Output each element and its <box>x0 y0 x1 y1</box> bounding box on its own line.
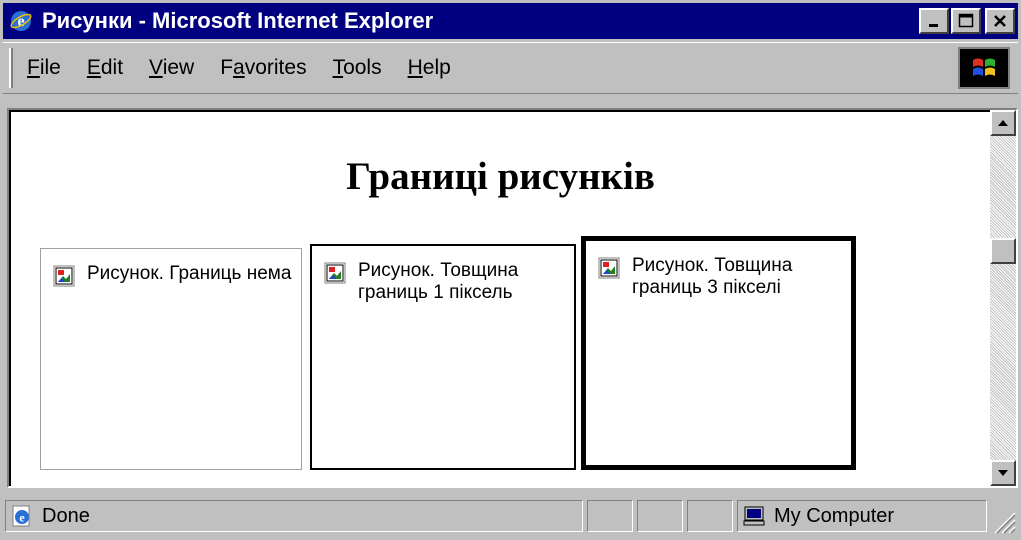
status-pane-offline <box>687 500 733 532</box>
menu-tools[interactable]: Tools <box>333 56 382 80</box>
status-pane-lock <box>637 500 683 532</box>
content-viewport: Границі рисунків Рисунок. Границь нема Р… <box>7 108 1018 488</box>
windows-logo-icon <box>973 58 995 76</box>
minimize-button[interactable] <box>919 8 949 34</box>
toolbar-grip[interactable] <box>9 48 13 88</box>
svg-text:e: e <box>19 511 25 525</box>
computer-icon <box>743 506 765 526</box>
menu-favorites[interactable]: Favorites <box>220 56 306 80</box>
menu-view[interactable]: View <box>149 56 194 80</box>
maximize-icon <box>958 13 974 28</box>
window-title: Рисунки - Microsoft Internet Explorer <box>42 8 434 33</box>
status-text-pane: e Done <box>5 500 583 532</box>
image-border-1px: Рисунок. Товщина границь 1 піксель <box>310 244 576 470</box>
page-heading: Границі рисунків <box>346 155 655 198</box>
throbber <box>958 47 1010 89</box>
arrow-down-icon <box>998 470 1008 476</box>
image-border-3px: Рисунок. Товщина границь 3 пікселі <box>581 236 856 470</box>
image-alt-text: Рисунок. Товщина границь 1 піксель <box>358 260 519 303</box>
resize-grip-icon[interactable] <box>990 508 1016 534</box>
status-pane-progress <box>587 500 633 532</box>
vertical-scrollbar[interactable] <box>990 110 1016 486</box>
menu-help[interactable]: Help <box>408 56 451 80</box>
close-icon <box>994 15 1006 27</box>
browser-window: e Рисунки - Microsoft Internet Explorer … <box>0 0 1021 540</box>
page-content: Границі рисунків Рисунок. Границь нема Р… <box>13 114 988 486</box>
minimize-icon <box>929 24 938 27</box>
scroll-thumb[interactable] <box>990 238 1016 264</box>
image-alt-text: Рисунок. Товщина границь 3 пікселі <box>632 255 793 298</box>
image-alt-text: Рисунок. Границь нема <box>87 263 292 284</box>
title-bar[interactable]: e Рисунки - Microsoft Internet Explorer <box>3 3 1018 39</box>
status-bar: e Done My Computer <box>3 494 1018 536</box>
scroll-up-button[interactable] <box>990 110 1016 136</box>
arrow-up-icon <box>998 120 1008 126</box>
image-no-border: Рисунок. Границь нема <box>40 248 302 470</box>
status-text: Done <box>42 504 90 527</box>
zone-label: My Computer <box>774 504 895 527</box>
menu-edit[interactable]: Edit <box>87 56 123 80</box>
maximize-button[interactable] <box>951 8 981 34</box>
scroll-down-button[interactable] <box>990 460 1016 486</box>
broken-image-icon <box>324 262 346 284</box>
broken-image-icon <box>598 257 620 279</box>
ie-icon[interactable]: e <box>8 8 34 34</box>
menu-bar: File Edit View Favorites Tools Help <box>3 42 1018 94</box>
ie-page-icon: e <box>12 505 30 527</box>
menu-file[interactable]: File <box>27 56 61 80</box>
broken-image-icon <box>53 265 75 287</box>
close-button[interactable] <box>985 8 1015 34</box>
status-zone-pane[interactable]: My Computer <box>737 500 987 532</box>
